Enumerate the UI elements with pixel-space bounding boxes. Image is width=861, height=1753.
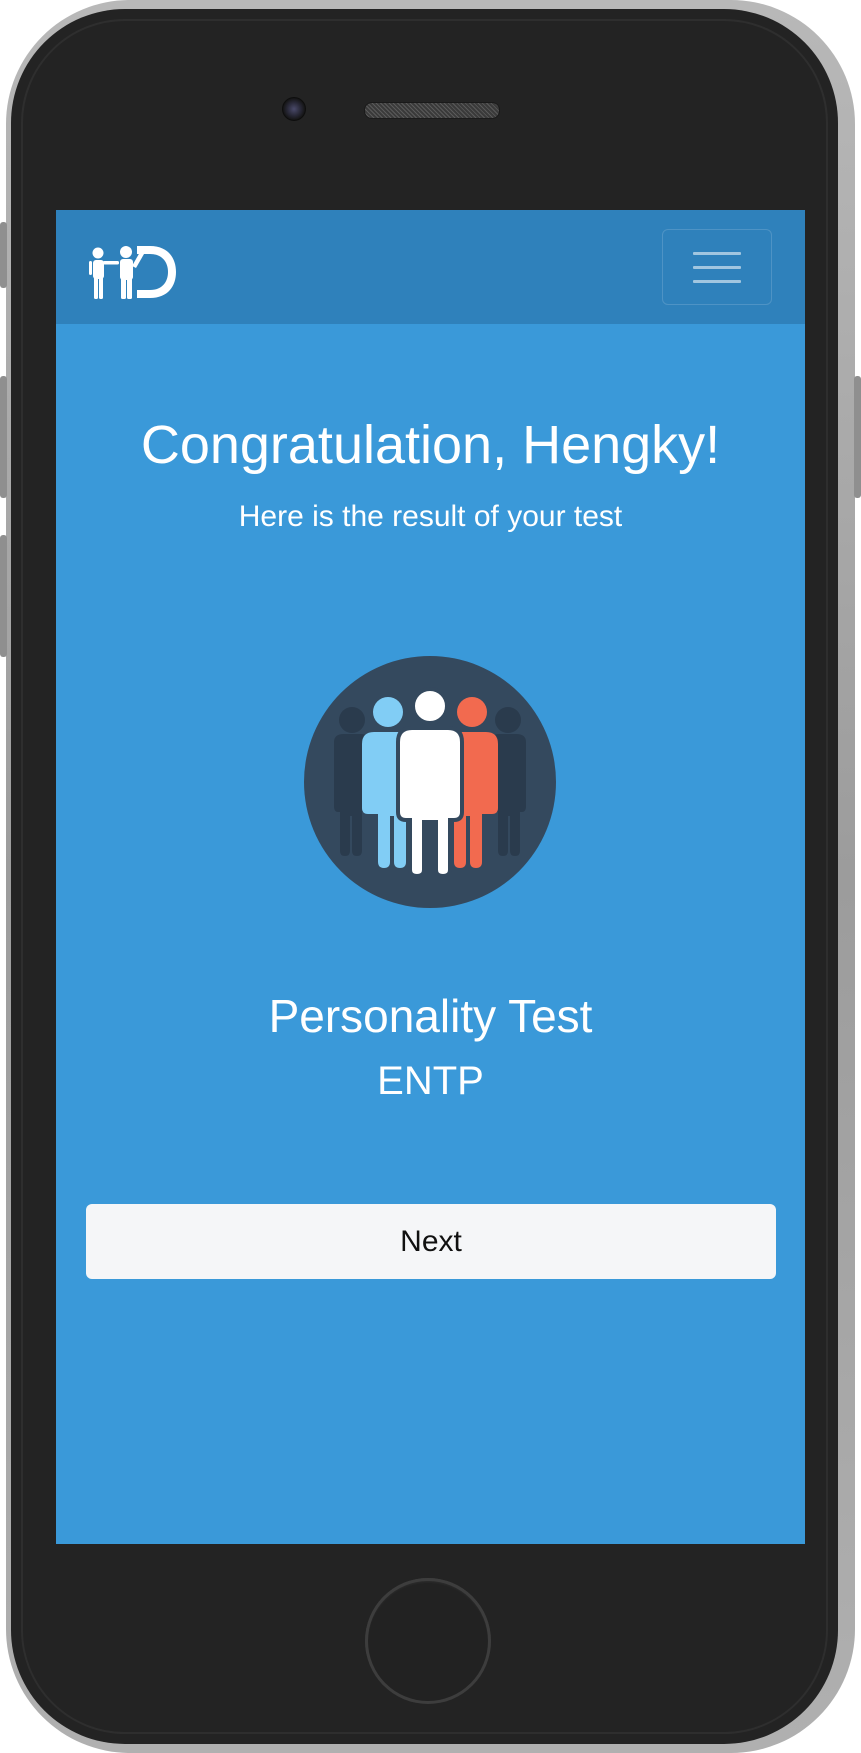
mute-switch bbox=[0, 222, 7, 288]
navbar bbox=[56, 210, 805, 324]
earpiece-speaker bbox=[364, 102, 500, 119]
test-name: Personality Test bbox=[268, 990, 593, 1042]
people-group-icon bbox=[304, 656, 556, 908]
front-camera bbox=[282, 97, 306, 121]
volume-up-button bbox=[0, 376, 7, 498]
next-button[interactable]: Next bbox=[86, 1204, 776, 1279]
app-screen: Congratulation, Hengky! Here is the resu… bbox=[56, 210, 805, 1544]
home-button[interactable] bbox=[365, 1578, 491, 1704]
hamburger-menu-icon[interactable] bbox=[662, 229, 772, 305]
power-button bbox=[854, 376, 861, 498]
volume-down-button bbox=[0, 535, 7, 657]
family-logo-icon[interactable] bbox=[88, 244, 178, 300]
congratulation-heading: Congratulation, Hengky! bbox=[140, 415, 721, 475]
test-result-type: ENTP bbox=[377, 1059, 484, 1103]
result-subheading: Here is the result of your test bbox=[238, 500, 623, 533]
